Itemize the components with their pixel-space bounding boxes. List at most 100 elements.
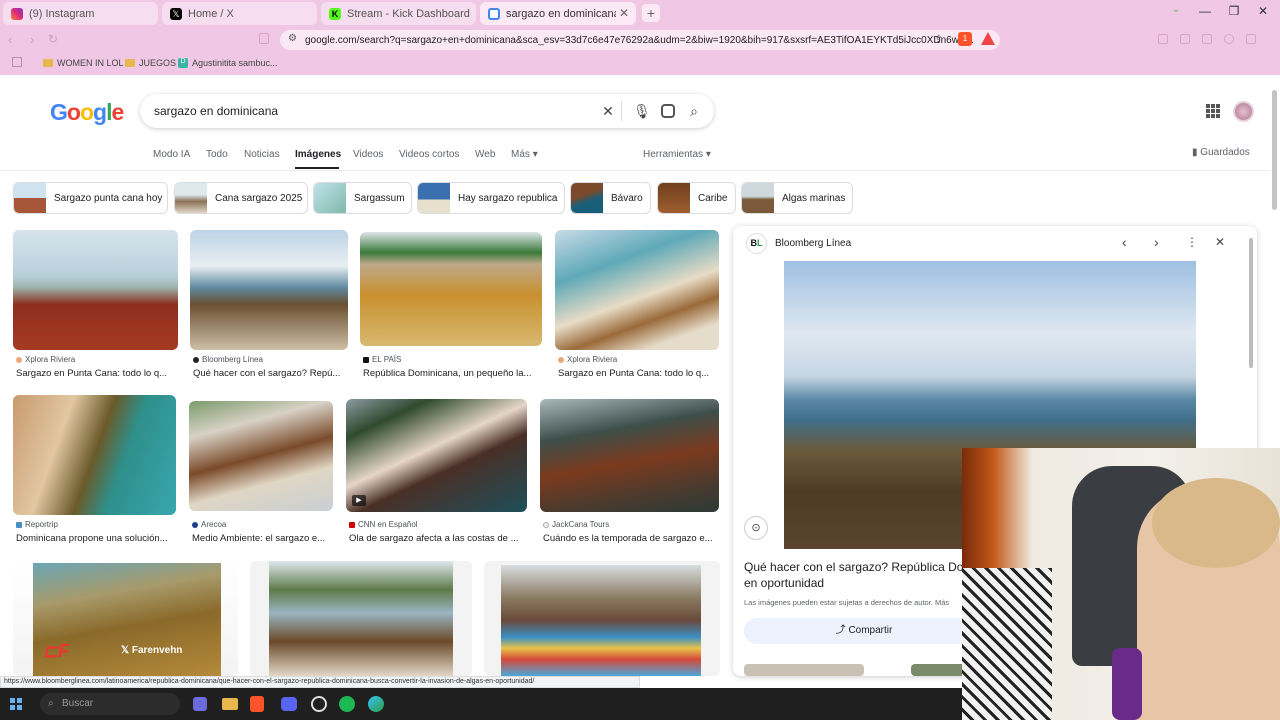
google-apps-icon[interactable] [1206, 104, 1220, 118]
close-panel-icon[interactable]: ✕ [1215, 235, 1225, 249]
back-icon[interactable]: ‹ [8, 32, 12, 47]
clear-search-icon[interactable]: ✕ [600, 103, 616, 120]
address-bar[interactable]: ⚙ google.com/search?q=sargazo+en+dominic… [280, 30, 1000, 50]
chip-caribe[interactable]: Caribe [657, 182, 736, 214]
result-image[interactable] [190, 230, 348, 350]
obs-icon[interactable] [311, 696, 327, 712]
status-bar: https://www.bloomberglinea.com/latinoame… [0, 676, 640, 688]
close-tab-icon[interactable]: ✕ [619, 6, 629, 20]
maximize-button[interactable]: ❐ [1222, 4, 1246, 18]
result-title[interactable]: Sargazo en Punta Cana: todo lo q... [16, 368, 176, 379]
panel-scrollbar[interactable] [1249, 238, 1253, 368]
chip-bavaro[interactable]: Bávaro [570, 182, 651, 214]
more-options-icon[interactable]: ⋮ [1186, 235, 1198, 249]
vpn-icon[interactable] [1224, 34, 1234, 44]
bookmark-juegos[interactable]: JUEGOS [125, 58, 176, 68]
tab-google-search[interactable]: sargazo en dominicana - Busca ✕ [480, 2, 636, 25]
extension-icon[interactable] [1158, 34, 1168, 44]
previous-image-icon[interactable]: ‹ [1122, 234, 1127, 250]
next-image-icon[interactable]: › [1154, 234, 1159, 250]
bookmark-women-in-lol[interactable]: WOMEN IN LOL [43, 58, 124, 68]
apps-icon[interactable] [12, 57, 22, 67]
google-logo[interactable]: Google [50, 99, 124, 126]
rewards-icon[interactable] [981, 32, 995, 45]
result-image[interactable] [555, 230, 719, 350]
tab-label: Home / X [188, 7, 234, 20]
bookmark-agustinitita[interactable]: D Agustinitita sambuc... [178, 58, 278, 68]
tab-instagram[interactable]: (9) Instagram [3, 2, 158, 25]
result-title[interactable]: Dominicana propone una solución... [16, 533, 176, 544]
meet-app-icon[interactable] [193, 697, 207, 711]
result-card[interactable] [484, 561, 720, 676]
result-image[interactable] [360, 232, 542, 346]
tab-videos[interactable]: Videos [353, 149, 383, 160]
result-title[interactable]: Cuándo es la temporada de sargazo e... [543, 533, 718, 544]
tools-button[interactable]: Herramientas ▾ [643, 149, 711, 160]
tab-x[interactable]: 𝕏 Home / X [162, 2, 317, 25]
page-scrollbar[interactable] [1272, 90, 1277, 210]
result-card[interactable] [250, 561, 472, 676]
result-source: CNN en Español [349, 520, 418, 529]
result-title[interactable]: Ola de sargazo afecta a las costas de ..… [349, 533, 525, 544]
saved-button[interactable]: ▮ Guardados [1192, 147, 1250, 158]
lens-search-icon[interactable] [661, 104, 675, 118]
chip-thumbnail [418, 183, 450, 213]
panel-source[interactable]: Bloomberg Línea [775, 238, 851, 249]
sidebar-icon[interactable] [1180, 34, 1190, 44]
brave-shield-icon[interactable]: 1 [958, 32, 972, 46]
active-tab-indicator [295, 167, 339, 169]
spotify-icon[interactable] [339, 696, 355, 712]
tab-kick[interactable]: K Stream - Kick Dashboard [321, 2, 476, 25]
tab-imagenes[interactable]: Imágenes [295, 149, 341, 160]
chip-algas-marinas[interactable]: Algas marinas [741, 182, 853, 214]
result-title[interactable]: Qué hacer con el sargazo? Repú... [193, 368, 348, 379]
result-image[interactable] [540, 399, 719, 512]
file-explorer-icon[interactable] [222, 698, 238, 710]
bookmark-page-icon[interactable] [259, 33, 269, 44]
reload-icon[interactable]: ↻ [48, 32, 58, 46]
result-image[interactable]: ▶ [346, 399, 527, 512]
search-icon[interactable]: ⌕ [686, 103, 702, 120]
edge-icon[interactable] [368, 696, 384, 712]
tab-mas[interactable]: Más ▾ [511, 149, 538, 160]
tab-search-icon[interactable]: ⌄ [1164, 4, 1188, 15]
share-icon: ⤴ [835, 625, 846, 636]
site-info-icon[interactable]: ⚙ [288, 33, 297, 44]
menu-icon[interactable] [1246, 34, 1256, 44]
result-image[interactable] [13, 395, 176, 515]
brave-browser-icon[interactable] [250, 696, 264, 712]
new-tab-button[interactable]: + [642, 4, 660, 22]
voice-search-icon[interactable]: 🎙 [633, 103, 651, 120]
tab-noticias[interactable]: Noticias [244, 149, 280, 160]
extensions-area [1158, 34, 1268, 46]
account-avatar[interactable] [1233, 101, 1254, 122]
chip-sargassum[interactable]: Sargassum [313, 182, 412, 214]
close-window-button[interactable]: ✕ [1251, 4, 1275, 18]
result-image[interactable] [189, 401, 333, 511]
chip-cana-sargazo-2025[interactable]: Cana sargazo 2025 [174, 182, 308, 214]
tab-videos-cortos[interactable]: Videos cortos [399, 149, 459, 160]
site-icon [192, 521, 198, 528]
tab-modo-ia[interactable]: Modo IA [153, 149, 190, 160]
lens-icon[interactable]: ⊙ [744, 516, 768, 540]
result-image [501, 565, 701, 676]
share-button[interactable]: ⤴ Compartir [744, 618, 984, 644]
result-card[interactable]: ⊏F 𝕏 Farenvehn [13, 561, 238, 676]
search-input[interactable]: sargazo en dominicana [140, 94, 714, 128]
related-image[interactable] [744, 664, 864, 676]
forward-icon[interactable]: › [30, 32, 34, 47]
windows-start-icon[interactable] [10, 698, 22, 710]
taskbar-search-input[interactable]: ⌕ Buscar [40, 693, 180, 715]
minimize-button[interactable]: — [1193, 4, 1217, 18]
result-title[interactable]: República Dominicana, un pequeño la... [363, 368, 538, 379]
result-title[interactable]: Medio Ambiente: el sargazo e... [192, 533, 332, 544]
chip-sargazo-punta-cana-hoy[interactable]: Sargazo punta cana hoy [13, 182, 168, 214]
result-title[interactable]: Sargazo en Punta Cana: todo lo q... [558, 368, 718, 379]
chip-hay-sargazo-republica[interactable]: Hay sargazo republica [417, 182, 565, 214]
tab-todo[interactable]: Todo [206, 149, 228, 160]
share-icon[interactable]: ⇪ [934, 33, 943, 46]
tab-web[interactable]: Web [475, 149, 495, 160]
wallet-icon[interactable] [1202, 34, 1212, 44]
result-image[interactable] [13, 230, 178, 350]
discord-icon[interactable] [281, 697, 297, 711]
